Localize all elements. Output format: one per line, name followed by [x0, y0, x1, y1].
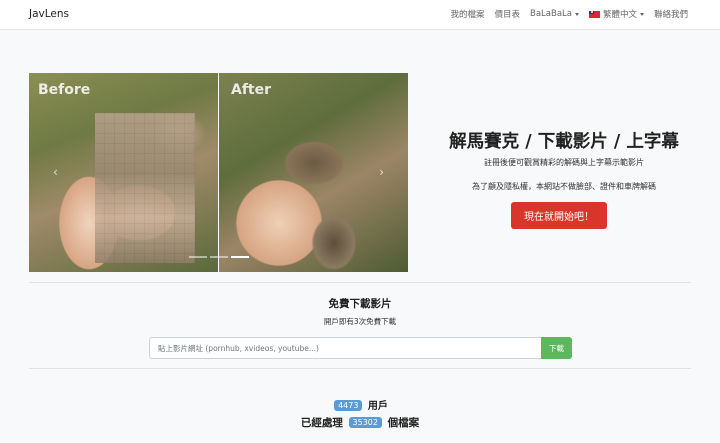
nav-links: 我的檔案 價目表 BaLaBaLa 繁體中文 聯絡我們 [450, 8, 688, 20]
nav-contact[interactable]: 聯絡我們 [654, 8, 688, 20]
navbar: JavLens 我的檔案 價目表 BaLaBaLa 繁體中文 聯絡我們 [0, 0, 720, 30]
after-label: After [231, 82, 272, 98]
users-stat: 4473 用戶 [0, 397, 720, 412]
carousel-next-icon[interactable]: › [379, 165, 384, 179]
users-count-badge: 4473 [334, 400, 363, 411]
download-button[interactable]: 下載 [541, 337, 572, 359]
files-stat: 已經處理 35302 個檔案 [0, 415, 720, 430]
hero-privacy-note: 為了顧及隱私權，本網站不做臉部、證件和車牌解碼 [472, 182, 656, 191]
download-subtitle: 開戶即有3次免費下載 [323, 317, 397, 326]
start-now-button[interactable]: 現在就開始吧！ [511, 202, 607, 229]
image-divider [218, 73, 219, 272]
caret-down-icon [639, 12, 644, 16]
hero-carousel: Before After ‹ › [29, 73, 408, 272]
files-label: 個檔案 [387, 417, 420, 429]
download-title: 免費下載影片 [328, 298, 392, 310]
caret-down-icon [574, 12, 579, 16]
nav-my-files[interactable]: 我的檔案 [450, 8, 484, 20]
taiwan-flag-icon [588, 10, 600, 18]
files-count-badge: 35302 [348, 417, 382, 428]
processed-prefix: 已經處理 [300, 417, 343, 429]
carousel-indicator-active[interactable] [231, 256, 249, 258]
hero-title: 解馬賽克 / 下載影片 / 上字幕 [449, 132, 679, 152]
nav-balabala-dropdown[interactable]: BaLaBaLa [530, 9, 579, 19]
nav-language-label: 繁體中文 [602, 10, 637, 20]
nav-language-dropdown[interactable]: 繁體中文 [588, 8, 644, 20]
pixelated-region [95, 113, 195, 263]
section-divider [29, 368, 691, 369]
carousel-indicator[interactable] [189, 256, 207, 258]
carousel-prev-icon[interactable]: ‹ [53, 165, 58, 179]
hero-subtitle: 註冊後便可觀賞精彩的解碼與上字幕示範影片 [484, 158, 644, 167]
section-divider [29, 282, 691, 283]
carousel-indicators [189, 256, 249, 258]
brand-logo[interactable]: JavLens [29, 8, 69, 20]
nav-balabala-label: BaLaBaLa [530, 9, 572, 19]
before-label: Before [38, 82, 91, 98]
users-label: 用戶 [367, 401, 388, 412]
carousel-indicator[interactable] [210, 256, 228, 258]
video-url-input[interactable] [149, 337, 541, 359]
nav-pricing[interactable]: 價目表 [494, 8, 520, 20]
